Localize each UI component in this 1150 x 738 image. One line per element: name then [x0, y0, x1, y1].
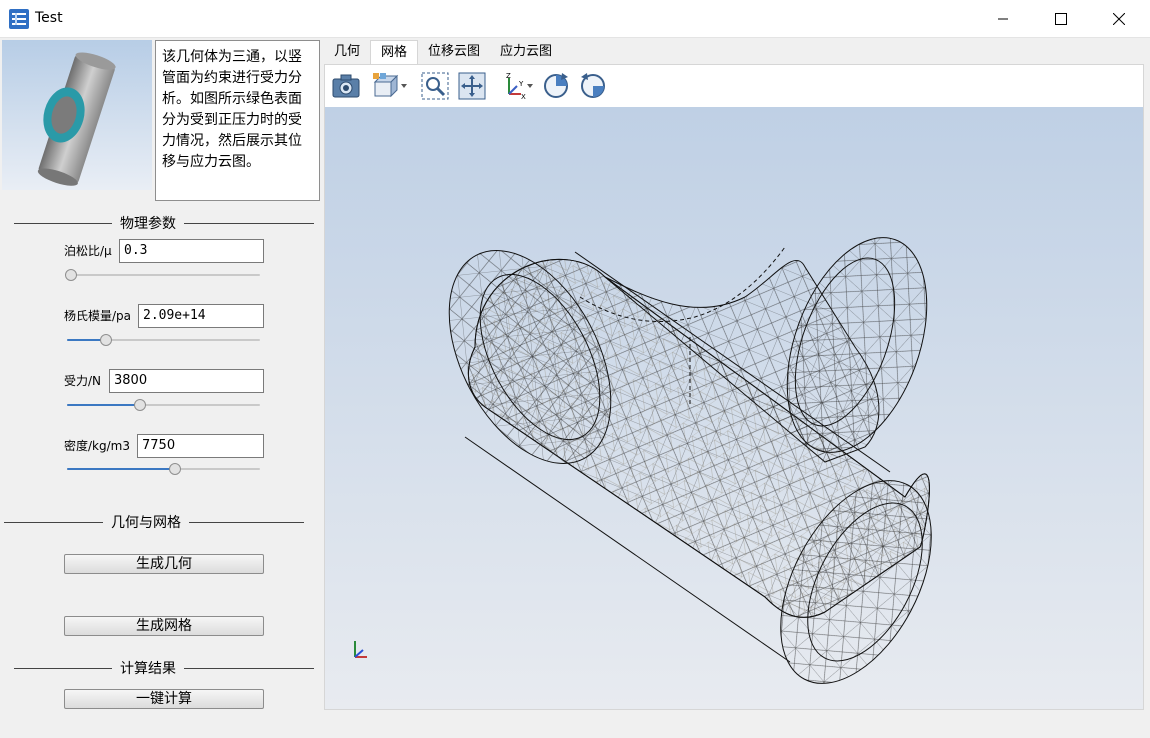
slider-handle[interactable] [169, 463, 182, 475]
right-panel: 几何 网格 位移云图 应力云图 Z Y X [322, 38, 1150, 738]
title-bar: Test [0, 0, 1150, 38]
fit-all-icon [458, 72, 486, 100]
geometry-mesh-group-title: 几何与网格 [4, 512, 304, 532]
svg-text:Y: Y [518, 80, 524, 88]
generate-mesh-button[interactable]: 生成网格 [64, 616, 264, 636]
viewer-toolbar: Z Y X [325, 65, 1143, 107]
maximize-icon [1055, 13, 1067, 25]
view-cube-icon [373, 73, 407, 98]
axes-icon: Z Y X [506, 72, 533, 100]
force-slider[interactable] [67, 398, 260, 412]
tab-stress[interactable]: 应力云图 [490, 40, 562, 64]
camera-icon [332, 74, 360, 98]
slider-handle[interactable] [134, 399, 147, 411]
youngs-modulus-input[interactable]: 2.09e+14 [138, 304, 264, 328]
slider-handle[interactable] [64, 269, 77, 281]
minimize-icon [998, 18, 1008, 20]
physics-group-title: 物理参数 [14, 213, 314, 233]
force-input[interactable]: 3800 [109, 369, 264, 393]
svg-text:X: X [521, 93, 526, 100]
screenshot-button[interactable] [330, 70, 362, 102]
axes-view-button[interactable]: Z Y X [500, 70, 536, 102]
fit-all-button[interactable] [456, 70, 488, 102]
poisson-label: 泊松比/μ [64, 244, 112, 258]
close-icon [1113, 13, 1125, 25]
mesh-model [354, 237, 932, 684]
youngs-modulus-label: 杨氏模量/pa [64, 309, 132, 323]
poisson-input[interactable]: 0.3 [119, 239, 264, 263]
generate-geometry-button[interactable]: 生成几何 [64, 554, 264, 574]
density-label: 密度/kg/m3 [64, 439, 130, 453]
geometry-thumbnail [2, 40, 152, 190]
tab-mesh[interactable]: 网格 [370, 40, 419, 64]
zoom-box-button[interactable] [419, 70, 451, 102]
description-text: 该几何体为三通，以竖管面为约束进行受力分析。如图所示绿色表面分为受到正压力时的受… [155, 40, 320, 201]
svg-text:Z: Z [506, 72, 511, 80]
rotate-cw-button[interactable] [540, 70, 572, 102]
force-label: 受力/N [64, 374, 102, 388]
close-button[interactable] [1090, 0, 1148, 38]
tab-displacement[interactable]: 位移云图 [418, 40, 490, 64]
3d-viewport[interactable] [325, 107, 1143, 709]
view-tabs: 几何 网格 位移云图 应力云图 [324, 40, 562, 64]
view-cube-button[interactable] [371, 70, 409, 102]
youngs-modulus-slider[interactable] [67, 333, 260, 347]
maximize-button[interactable] [1032, 0, 1090, 38]
slider-handle[interactable] [99, 334, 112, 346]
poisson-slider[interactable] [64, 268, 260, 282]
results-group-title: 计算结果 [14, 658, 314, 678]
tab-content: Z Y X [324, 64, 1144, 710]
window-title: Test [35, 10, 63, 26]
left-panel: 该几何体为三通，以竖管面为约束进行受力分析。如图所示绿色表面分为受到正压力时的受… [0, 38, 322, 738]
orientation-axes-icon [354, 641, 367, 658]
tab-geometry[interactable]: 几何 [324, 40, 370, 64]
zoom-box-icon [421, 72, 449, 100]
density-input[interactable]: 7750 [137, 434, 264, 458]
rotate-ccw-button[interactable] [577, 70, 609, 102]
rotate-cw-icon [544, 73, 568, 98]
minimize-button[interactable] [974, 0, 1032, 38]
rotate-ccw-icon [581, 73, 605, 98]
compute-button[interactable]: 一键计算 [64, 689, 264, 709]
density-slider[interactable] [67, 462, 260, 476]
app-icon [9, 9, 29, 29]
